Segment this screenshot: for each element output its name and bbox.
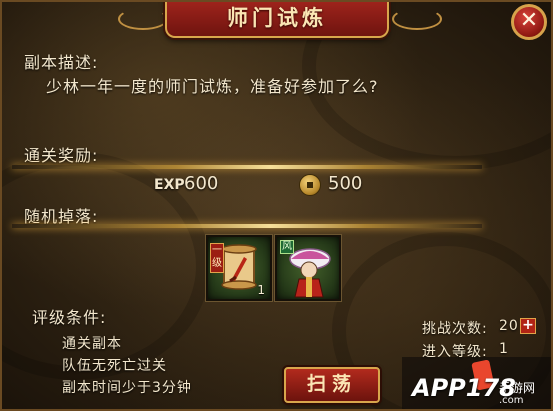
dialog-title: 师门试炼 <box>227 6 327 30</box>
drops-divider <box>12 224 482 228</box>
condition-item: 通关副本 <box>62 336 122 352</box>
drop-item-hero[interactable]: 风 <box>275 235 341 301</box>
coin-icon <box>299 174 321 196</box>
rewards-label: 通关奖励: <box>24 146 99 165</box>
add-challenge-button[interactable]: + <box>520 318 536 334</box>
exp-tag: EXP <box>154 177 185 193</box>
close-icon: ✕ <box>519 8 539 33</box>
item-badge: 风 <box>280 240 294 254</box>
dungeon-dialog: 师门试炼 ✕ 副本描述: 少林一年一度的师门试炼，准备好参加了么? 通关奖励: … <box>0 0 553 411</box>
condition-item: 队伍无死亡过关 <box>62 358 167 374</box>
watermark-url: .com <box>499 395 524 406</box>
description-text: 少林一年一度的师门试炼，准备好参加了么? <box>46 77 379 96</box>
watermark-sub: 手游网 <box>499 381 536 395</box>
challenge-count-label: 挑战次数: <box>422 321 488 337</box>
item-badge: 一级 <box>210 243 224 273</box>
rewards-divider <box>12 165 482 169</box>
title-ornament-right <box>392 8 442 30</box>
title-ornament-left <box>118 8 168 30</box>
close-button[interactable]: ✕ <box>511 4 547 40</box>
description-label: 副本描述: <box>24 53 99 72</box>
exp-value: 600 <box>184 173 219 194</box>
item-quantity: 1 <box>257 283 265 297</box>
coin-value: 500 <box>328 173 363 194</box>
challenge-count-value: 20 <box>499 318 519 334</box>
drop-item-scroll[interactable]: 一级 1 <box>206 235 272 301</box>
sweep-button[interactable]: 扫荡 <box>284 367 380 403</box>
plus-icon: + <box>522 317 534 333</box>
title-plate: 师门试炼 <box>165 2 389 38</box>
entry-level-value: 1 <box>499 341 509 357</box>
conditions-label: 评级条件: <box>32 308 107 327</box>
condition-item: 副本时间少于3分钟 <box>62 380 192 396</box>
